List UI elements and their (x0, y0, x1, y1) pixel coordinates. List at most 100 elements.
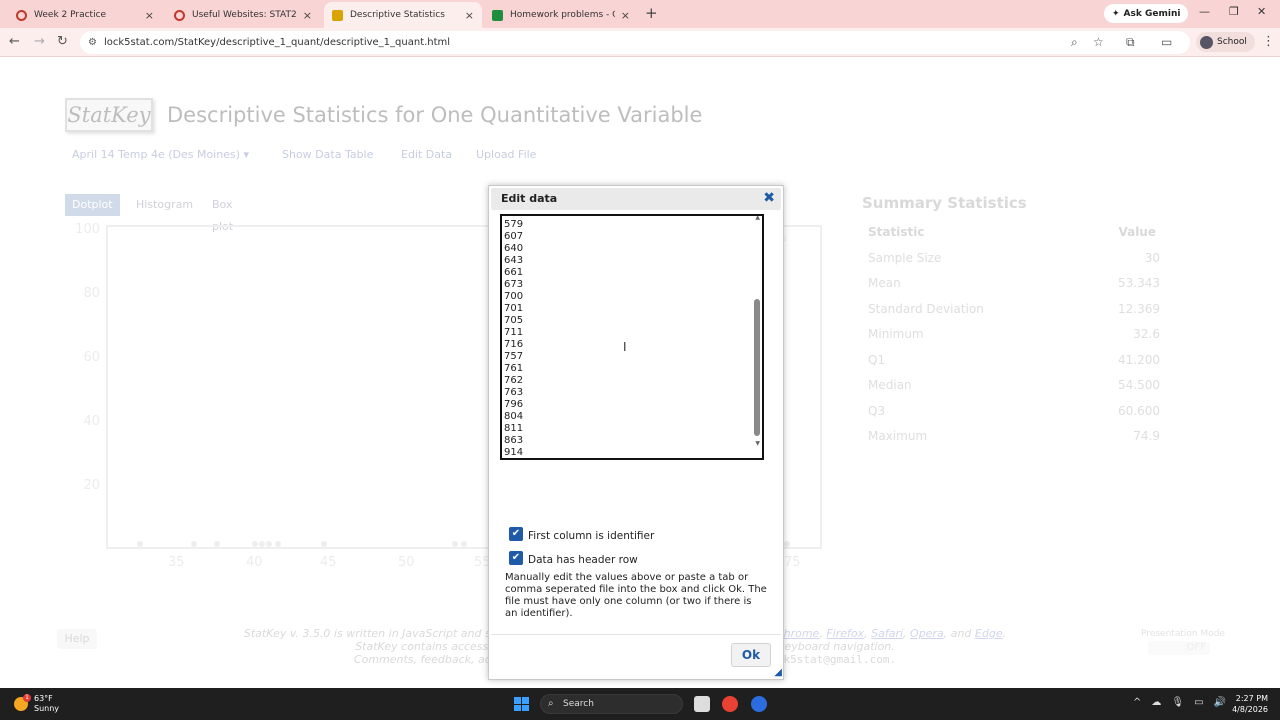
system-tray: ^ ☁ 🎙 ▭ 🔊 (1133, 697, 1226, 708)
data-line: 757 (504, 351, 524, 362)
edit-data-dialog: Edit data ✖ 579 607 640 643 661 673 700 … (488, 185, 784, 680)
sparkle-icon: ✦ (1112, 8, 1120, 19)
data-line: 762 (504, 375, 524, 386)
clock-time: 2:27 PM (1235, 694, 1268, 703)
scrollbar-thumb[interactable] (754, 299, 760, 436)
header-row-label: Data has header row (528, 554, 638, 566)
scroll-down-arrow-icon[interactable]: ▼ (755, 440, 760, 447)
header-row-checkbox[interactable]: ✔ (509, 551, 523, 565)
taskbar-search[interactable]: ⌕ Search (540, 694, 683, 714)
statkey-page: StatKey Descriptive Statistics for One Q… (0, 57, 1280, 688)
weather-condition: Sunny (34, 704, 60, 713)
network-icon[interactable]: ▭ (1194, 697, 1203, 708)
close-icon[interactable]: × (303, 9, 312, 22)
microphone-icon[interactable]: 🎙 (1171, 697, 1184, 708)
windows-start-icon[interactable] (514, 697, 529, 711)
tab-week-2-practice[interactable]: Week 2 Practice × (8, 2, 162, 28)
first-column-identifier-label: First column is identifier (528, 530, 655, 542)
tab-title: Descriptive Statistics (350, 10, 445, 20)
data-line: 796 (504, 399, 524, 410)
tab-title: Useful Websites: STAT243Z ON (192, 10, 297, 20)
data-line: 700 (504, 291, 524, 302)
data-line: 863 (504, 435, 524, 446)
circle-icon (174, 9, 185, 21)
extensions-icon[interactable]: ⧉ (1126, 35, 1135, 50)
close-icon[interactable]: ✖ (763, 190, 775, 206)
onedrive-icon[interactable]: ☁ (1151, 697, 1161, 708)
cast-icon[interactable]: ▭ (1161, 35, 1172, 49)
data-line: 761 (504, 363, 524, 374)
data-line: 711 (504, 327, 524, 338)
profile-button[interactable]: School (1196, 32, 1255, 52)
bookmark-star-icon[interactable]: ☆ (1093, 35, 1104, 49)
close-icon[interactable]: × (621, 9, 630, 22)
weather-temp: 63°F (34, 694, 53, 703)
data-line: 579 (504, 219, 524, 230)
reload-icon[interactable]: ↻ (57, 34, 68, 49)
close-icon[interactable]: × (145, 9, 154, 22)
ok-button[interactable]: Ok (731, 643, 771, 667)
tab-descriptive-statistics[interactable]: Descriptive Statistics × (324, 2, 482, 28)
url-text: lock5stat.com/StatKey/descriptive_1_quan… (104, 37, 451, 48)
volume-icon[interactable]: 🔊 (1214, 697, 1226, 708)
chevron-up-icon[interactable]: ^ (1133, 697, 1141, 708)
tab-homework-problems[interactable]: Homework problems - Google × (484, 2, 638, 28)
search-icon: ⌕ (548, 698, 554, 709)
lock-icon (332, 9, 343, 21)
windows-taskbar: 1 63°F Sunny ⌕ Search ^ ☁ 🎙 ▭ 🔊 2:27 PM … (0, 688, 1280, 720)
dialog-title: Edit data (501, 192, 558, 205)
data-line: 914 (504, 447, 524, 458)
forward-arrow-icon[interactable]: → (34, 34, 45, 49)
data-line: 705 (504, 315, 524, 326)
restore-icon[interactable]: ❐ (1229, 5, 1239, 18)
zoom-icon[interactable]: ⌕ (1071, 35, 1078, 50)
back-arrow-icon[interactable]: ← (9, 34, 20, 49)
weather-widget[interactable]: 1 63°F Sunny (14, 694, 59, 714)
profile-label: School (1217, 37, 1247, 47)
data-line: 701 (504, 303, 524, 314)
sun-icon: 1 (14, 694, 31, 711)
file-explorer-icon[interactable] (694, 696, 710, 712)
close-icon[interactable]: × (465, 9, 474, 22)
data-line: 763 (504, 387, 524, 398)
data-line: 607 (504, 231, 524, 242)
sheets-icon (492, 9, 503, 21)
chrome-icon[interactable] (722, 696, 738, 712)
data-line: 673 (504, 279, 524, 290)
tab-title: Homework problems - Google (510, 10, 615, 20)
data-lines: 579 607 640 643 661 673 700 701 705 711 … (504, 219, 524, 458)
new-tab-button[interactable]: + (645, 4, 658, 22)
browser-tab-strip: Week 2 Practice × Useful Websites: STAT2… (0, 0, 1280, 28)
circle-icon (16, 9, 27, 21)
data-line: 643 (504, 255, 524, 266)
tab-title: Week 2 Practice (34, 10, 107, 20)
dialog-titlebar[interactable]: Edit data ✖ (491, 188, 781, 210)
site-info-icon[interactable]: ⚙ (88, 31, 97, 54)
text-cursor-icon: I (623, 340, 627, 354)
data-line: 661 (504, 267, 524, 278)
browser-toolbar: ← → ↻ ⚙ lock5stat.com/StatKey/descriptiv… (0, 28, 1280, 57)
minimize-icon[interactable]: — (1199, 5, 1210, 18)
ask-gemini-button[interactable]: ✦ Ask Gemini (1104, 4, 1189, 23)
tab-useful-websites[interactable]: Useful Websites: STAT243Z ON × (166, 2, 320, 28)
scroll-up-arrow-icon[interactable]: ▲ (755, 216, 760, 221)
data-line: 716 (504, 339, 524, 350)
zoom-app-icon[interactable] (751, 696, 767, 712)
ask-gemini-label: Ask Gemini (1123, 8, 1181, 19)
menu-kebab-icon[interactable]: ⋮ (1262, 34, 1275, 49)
first-column-identifier-checkbox[interactable]: ✔ (509, 527, 523, 541)
instructions-text: Manually edit the values above or paste … (505, 572, 767, 619)
close-window-icon[interactable]: ✕ (1257, 5, 1266, 18)
notification-badge: 1 (23, 694, 31, 702)
data-line: 640 (504, 243, 524, 254)
clock-date: 4/8/2026 (1232, 705, 1268, 714)
taskbar-clock[interactable]: 2:27 PM 4/8/2026 (1226, 693, 1268, 715)
data-line: 811 (504, 423, 524, 434)
search-label: Search (563, 699, 594, 709)
data-line: 804 (504, 411, 524, 422)
avatar (1200, 35, 1213, 49)
data-textarea[interactable]: 579 607 640 643 661 673 700 701 705 711 … (500, 214, 764, 460)
dialog-divider (491, 634, 781, 635)
address-bar[interactable]: ⚙ lock5stat.com/StatKey/descriptive_1_qu… (80, 31, 1190, 54)
resize-handle-icon[interactable]: ◢ (774, 667, 782, 678)
